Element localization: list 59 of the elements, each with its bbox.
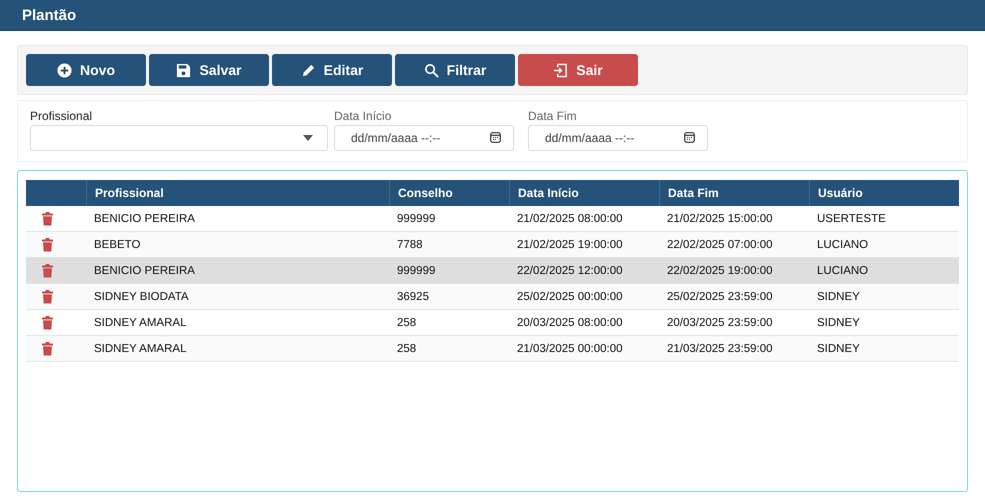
table-cell-text: LUCIANO (816, 264, 870, 278)
table-row[interactable]: BEBETO 7788 21/02/2025 19:00:00 22/02/2025 07:00:00 LUCIANO (26, 232, 959, 258)
trash-icon[interactable] (42, 316, 53, 330)
table-cell-text: 21/02/2025 15:00:00 (666, 212, 774, 226)
table-cell-text: 21/03/2025 00:00:00 (516, 342, 624, 356)
toolbar-button[interactable]: Salvar (149, 54, 269, 86)
field-label: Data Fim (528, 109, 578, 123)
table-cell-text: 20/03/2025 08:00:00 (516, 316, 624, 330)
table-cell-text: LUCIANO (816, 238, 870, 252)
table-cell-text: 36925 (396, 290, 430, 304)
table-cell-text: 20/03/2025 23:59:00 (666, 316, 774, 330)
trash-icon[interactable] (42, 238, 53, 252)
table-cell-text: SIDNEY BIODATA (93, 290, 190, 304)
dropdown-field[interactable] (30, 125, 328, 151)
table-cell-text: SIDNEY AMARAL (93, 342, 188, 356)
plus-circle-icon (57, 62, 72, 78)
table-cell-text: 25/02/2025 23:59:00 (666, 290, 774, 304)
trash-icon[interactable] (42, 212, 53, 226)
calendar-icon[interactable] (684, 132, 695, 143)
caret-icon (303, 135, 313, 141)
table-cell-text: USERTESTE (816, 212, 887, 226)
trash-icon[interactable] (42, 342, 53, 356)
table-cell-text: 7788 (396, 238, 424, 252)
table-cell-text: BENICIO PEREIRA (93, 264, 196, 278)
table-cell-text: 22/02/2025 12:00:00 (516, 264, 624, 278)
table-cell-text: 999999 (396, 212, 436, 226)
table-cell-text: SIDNEY (816, 316, 861, 330)
toolbar-button[interactable]: Editar (272, 54, 392, 86)
table-cell-text: 258 (396, 342, 418, 356)
table-cell-text: 999999 (396, 264, 436, 278)
field-label: Profissional (30, 109, 94, 123)
exit-button[interactable]: Sair (518, 54, 638, 86)
table-row[interactable]: BENICIO PEREIRA 999999 22/02/2025 12:00:00 22/02/2025 19:00:00 LUCIANO (26, 258, 959, 284)
table-cell-text: 22/02/2025 19:00:00 (666, 264, 774, 278)
table-cell-text: 258 (396, 316, 418, 330)
date-field[interactable]: dd/mm/aaaa --:-- (528, 125, 708, 151)
trash-icon[interactable] (42, 290, 53, 304)
window-title: Plantão (0, 0, 985, 31)
trash-icon[interactable] (42, 264, 53, 278)
table-cell-text: BENICIO PEREIRA (93, 212, 196, 226)
table-cell-text: 25/02/2025 00:00:00 (516, 290, 624, 304)
field-label: Data Início (334, 109, 392, 123)
pencil-icon (300, 62, 316, 78)
table-cell-text: SIDNEY (816, 342, 861, 356)
toolbar-button[interactable]: Novo (26, 54, 146, 86)
toolbar-button[interactable]: Filtrar (395, 54, 515, 86)
table-cell-text: SIDNEY AMARAL (93, 316, 188, 330)
table-row[interactable]: SIDNEY BIODATA 36925 25/02/2025 00:00:00 25/02/2025 23:59:00 SIDNEY (26, 284, 959, 310)
exit-icon (553, 62, 568, 78)
table-cell-text: BEBETO (93, 238, 142, 252)
table-cell-text: SIDNEY (816, 290, 861, 304)
table-cell-text: 21/02/2025 08:00:00 (516, 212, 624, 226)
date-field[interactable]: dd/mm/aaaa --:-- (334, 125, 514, 151)
table-row[interactable]: SIDNEY AMARAL 258 21/03/2025 00:00:00 21/03/2025 23:59:00 SIDNEY (26, 336, 959, 362)
table-cell-text: 22/02/2025 07:00:00 (666, 238, 774, 252)
calendar-icon[interactable] (490, 132, 501, 143)
search-icon (424, 62, 439, 78)
table-cell-text: 21/03/2025 23:59:00 (666, 342, 774, 356)
table-cell-text: 21/02/2025 19:00:00 (516, 238, 624, 252)
